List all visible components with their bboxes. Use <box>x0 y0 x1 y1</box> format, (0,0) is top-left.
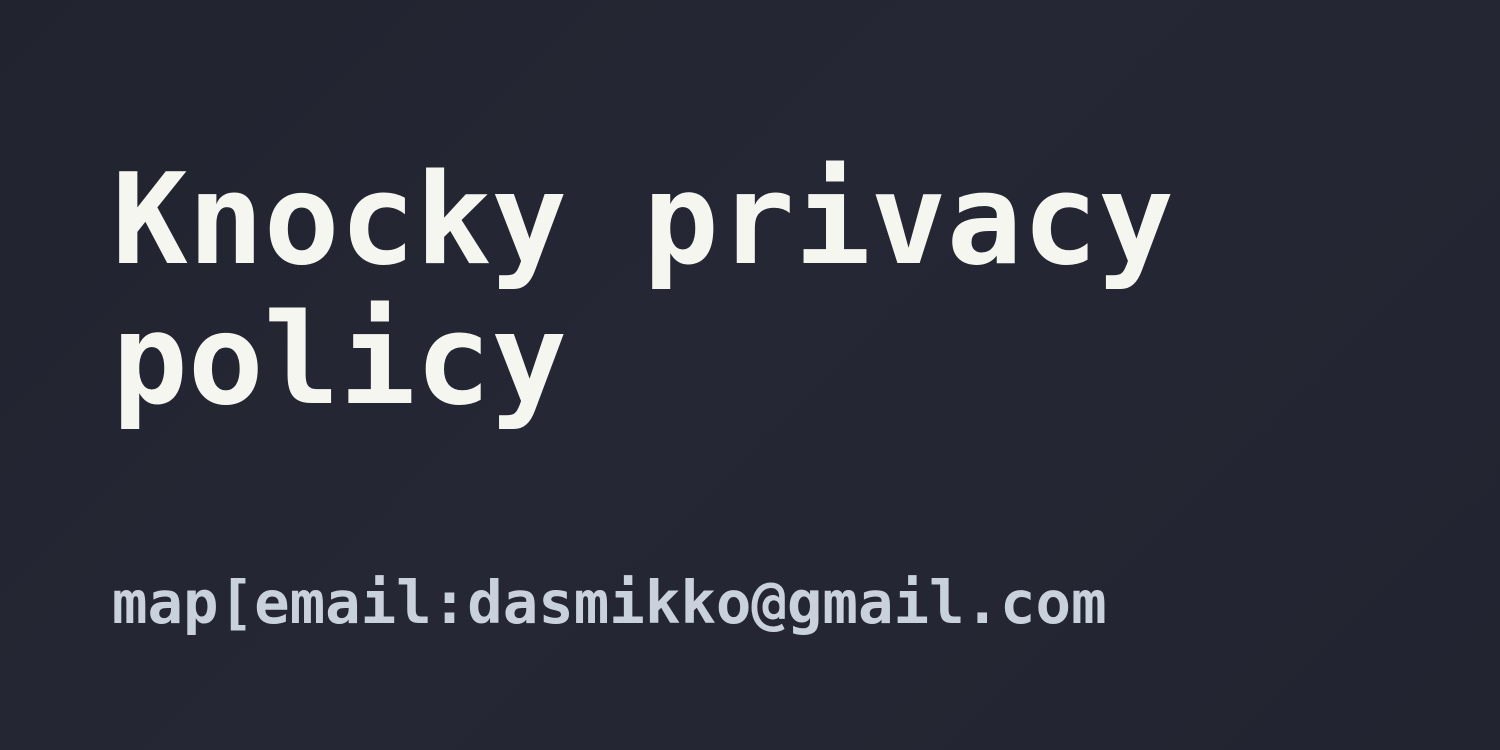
page-title: Knocky privacy policy <box>112 146 1175 433</box>
social-card: Knocky privacy policy map[email:dasmikko… <box>0 0 1500 750</box>
page-subtitle: map[email:dasmikko@gmail.com <box>112 568 1107 637</box>
